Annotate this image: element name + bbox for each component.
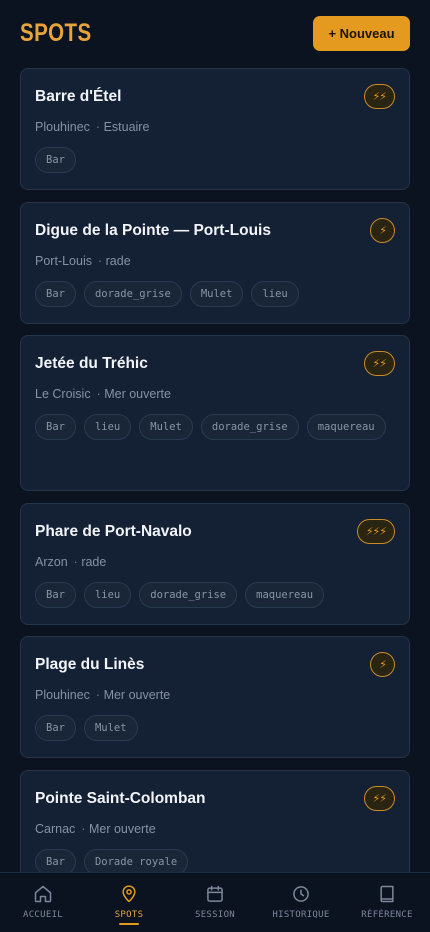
active-indicator [119, 923, 139, 925]
spot-name: Plage du Linès [35, 656, 145, 673]
species-tag: Mulet [83, 715, 138, 741]
spot-card[interactable]: Plage du Linès ⚡ Plouhinec · Mer ouverte … [20, 636, 410, 758]
app-header: SPOTS + Nouveau [0, 0, 430, 66]
species-tag: Bar [35, 414, 76, 440]
nav-item-accueil[interactable]: ACCUEIL [0, 873, 86, 932]
spot-type: rade [81, 555, 107, 569]
spot-type-separator: · [96, 387, 101, 401]
spot-tags: Bar Mulet [35, 715, 395, 741]
species-tag: Bar [35, 147, 76, 173]
spot-type-separator: · [95, 688, 101, 702]
spot-card[interactable]: Digue de la Pointe — Port-Louis ⚡ Port-L… [20, 202, 410, 324]
species-tag: dorade_grise [83, 281, 182, 307]
spot-name: Phare de Port-Navalo [35, 523, 192, 540]
new-spot-button[interactable]: + Nouveau [313, 15, 410, 51]
page-title: SPOTS [20, 18, 92, 47]
rating-badge: ⚡⚡ [363, 351, 395, 376]
spot-tags: Bar dorade_grise Mulet lieu [35, 281, 395, 307]
spot-meta: Carnac · Mer ouverte [35, 821, 395, 837]
species-tag: Bar [35, 582, 76, 608]
spot-type-separator: · [73, 555, 78, 569]
spot-meta: Le Croisic · Mer ouverte [35, 386, 395, 402]
bottom-nav: ACCUEIL SPOTS SESSION HISTORIQUE RÉFÉREN… [0, 872, 430, 932]
species-tag: dorade_grise [139, 582, 238, 608]
spot-type: Mer ouverte [104, 387, 171, 401]
species-tag: Mulet [139, 414, 193, 440]
map-pin-icon [122, 885, 136, 903]
spot-card[interactable]: Phare de Port-Navalo ⚡⚡⚡ Arzon · rade Bar… [20, 503, 410, 625]
spot-name: Barre d'Étel [35, 88, 122, 105]
species-tag: Mulet [189, 281, 244, 307]
spot-name: Pointe Saint-Colomban [35, 790, 206, 807]
spot-tags: Bar lieu Mulet dorade_grise maquereau [35, 414, 395, 440]
nav-label: RÉFÉRENCE [361, 910, 413, 920]
spot-type: Mer ouverte [88, 822, 156, 836]
spot-type-separator: · [81, 822, 86, 836]
species-tag: maquereau [245, 582, 325, 608]
rating-badge: ⚡⚡⚡ [356, 519, 395, 544]
rating-badge: ⚡ [370, 652, 395, 677]
home-icon [34, 885, 52, 903]
spot-meta: Port-Louis · rade [35, 253, 395, 269]
spot-tags: Bar [35, 147, 395, 173]
nav-item-reference[interactable]: RÉFÉRENCE [344, 873, 430, 932]
nav-label: ACCUEIL [22, 910, 64, 920]
species-tag: maquereau [306, 414, 386, 440]
spot-tags: Bar lieu dorade_grise maquereau [35, 582, 395, 608]
rating-badge: ⚡⚡ [363, 786, 395, 811]
spot-name: Digue de la Pointe — Port-Louis [35, 222, 271, 239]
spot-meta: Arzon · rade [35, 554, 395, 570]
nav-item-spots[interactable]: SPOTS [86, 873, 172, 932]
species-tag: dorade_grise [200, 414, 299, 440]
species-tag: Bar [35, 281, 76, 307]
spot-meta: Plouhinec · Estuaire [35, 119, 395, 135]
nav-label: SPOTS [114, 910, 144, 920]
spot-type-separator: · [97, 254, 103, 268]
spot-type: Estuaire [103, 120, 150, 134]
spot-type: rade [105, 254, 131, 268]
spot-meta: Plouhinec · Mer ouverte [35, 687, 395, 703]
spot-location: Le Croisic [35, 387, 91, 401]
nav-item-session[interactable]: SESSION [172, 873, 258, 932]
spot-location: Arzon [35, 555, 68, 569]
calendar-icon [207, 885, 223, 902]
nav-label: SESSION [194, 910, 236, 920]
spot-card[interactable]: Barre d'Étel ⚡⚡ Plouhinec · Estuaire Bar [20, 68, 410, 190]
species-tag: Bar [35, 715, 76, 741]
species-tag: lieu [83, 414, 132, 440]
spot-type-separator: · [95, 120, 101, 134]
book-icon [380, 885, 394, 903]
clock-icon [293, 886, 309, 902]
spot-type: Mer ouverte [103, 688, 171, 702]
spot-location: Carnac [35, 822, 76, 836]
nav-item-historique[interactable]: HISTORIQUE [258, 873, 344, 932]
spot-card[interactable]: Jetée du Tréhic ⚡⚡ Le Croisic · Mer ouver… [20, 335, 410, 491]
rating-badge: ⚡⚡ [363, 84, 395, 109]
spot-name: Jetée du Tréhic [35, 355, 148, 372]
spot-location: Port-Louis [35, 254, 92, 268]
spot-location: Plouhinec [35, 688, 90, 702]
species-tag: lieu [83, 582, 132, 608]
species-tag: lieu [251, 281, 299, 307]
spot-location: Plouhinec [35, 120, 90, 134]
nav-label: HISTORIQUE [272, 910, 330, 920]
rating-badge: ⚡ [370, 218, 395, 243]
